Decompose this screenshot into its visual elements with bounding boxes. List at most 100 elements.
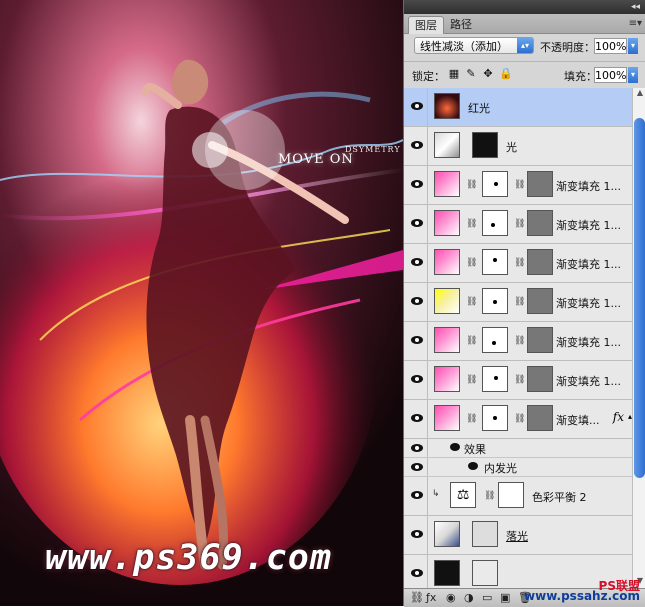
layer-row-gradient-fill[interactable]: ⛓ ⛓ 渐变填充 1... [404, 283, 632, 322]
layer-mask-thumbnail [482, 366, 508, 392]
layer-row-glow[interactable]: 落光 [404, 516, 632, 555]
add-mask-icon[interactable]: ◉ [446, 591, 456, 604]
layer-row-gradient-fill[interactable]: ⛓ ⛓ 渐变填充 1... [404, 205, 632, 244]
link-chain-icon: ⛓ [484, 491, 496, 501]
lock-all-icon[interactable]: 🔒 [499, 68, 513, 80]
link-chain-icon: ⛓ [466, 219, 478, 229]
link-chain-icon: ⛓ [514, 180, 526, 190]
layer-row-gradient-fill-fx[interactable]: ⛓ ⛓ 渐变填... fx ▴ [404, 400, 632, 439]
visibility-eye-icon[interactable] [407, 244, 428, 282]
screen-root: DSYMETRY MOVE ON www.ps369.com ◂◂ 图层 路径 … [0, 0, 645, 607]
layer-mask-thumbnail [482, 249, 508, 275]
opacity-input[interactable]: 100% [594, 38, 627, 54]
link-chain-icon: ⛓ [466, 336, 478, 346]
link-chain-icon: ⛓ [466, 375, 478, 385]
tab-paths[interactable]: 路径 [444, 16, 478, 33]
layer-row-gradient-fill[interactable]: ⛓ ⛓ 渐变填充 1... [404, 244, 632, 283]
link-layers-icon[interactable]: ⛓ [410, 591, 424, 604]
gradient-thumbnail [434, 171, 460, 197]
inner-glow-visibility-eye-icon[interactable] [468, 462, 478, 470]
link-chain-icon: ⛓ [466, 297, 478, 307]
layer-name[interactable]: 色彩平衡 2 [532, 489, 587, 505]
scroll-up-icon[interactable]: ▲ [634, 88, 645, 100]
layer-name[interactable]: 光 [506, 139, 517, 155]
layer-name[interactable]: 渐变填充 1... [556, 256, 621, 272]
panel-collapse-bar[interactable]: ◂◂ [404, 0, 645, 14]
layer-effect-thumbnail [527, 171, 553, 197]
link-chain-icon: ⛓ [514, 258, 526, 268]
layer-row-light[interactable]: 光 [404, 127, 632, 166]
gradient-thumbnail [434, 366, 460, 392]
layer-effect-thumbnail [527, 366, 553, 392]
layer-options-row: 线性减淡（添加） ▴▾ 不透明度： 100% ▾ [404, 34, 645, 60]
visibility-eye-icon[interactable] [407, 439, 428, 457]
layer-name[interactable]: 渐变填充 1... [556, 373, 621, 389]
effects-row[interactable]: 效果 [404, 439, 632, 458]
visibility-eye-icon[interactable] [407, 127, 428, 165]
adjustment-layer-icon[interactable]: ◑ [464, 591, 474, 604]
layer-name[interactable]: 落光 [506, 528, 528, 544]
layer-name[interactable]: 渐变填充 1... [556, 217, 621, 233]
layers-scrollbar[interactable]: ▲ ▼ [632, 88, 645, 588]
opacity-dropdown-icon[interactable]: ▾ [628, 38, 638, 54]
visibility-eye-icon[interactable] [407, 458, 428, 476]
fill-input[interactable]: 100% [594, 67, 627, 83]
gradient-thumbnail [434, 288, 460, 314]
layer-name[interactable]: 渐变填充 1... [556, 295, 621, 311]
visibility-eye-icon[interactable] [407, 361, 428, 399]
visibility-eye-icon[interactable] [407, 166, 428, 204]
clip-arrow-icon: ↳ [432, 489, 440, 499]
blend-mode-select[interactable]: 线性减淡（添加） ▴▾ [414, 37, 534, 54]
inner-glow-label: 内发光 [484, 462, 517, 475]
layer-effect-thumbnail [527, 249, 553, 275]
layer-name[interactable]: 渐变填充 1... [556, 178, 621, 194]
inner-glow-row[interactable]: 内发光 [404, 458, 632, 477]
gradient-thumbnail [434, 327, 460, 353]
layer-name[interactable]: 渐变填... [556, 412, 600, 428]
layer-mask-thumbnail [498, 482, 524, 508]
layers-list: 红光 光 ⛓ ⛓ 渐变填充 1... ⛓ ⛓ 渐变填充 1... ⛓ ⛓ 渐变填… [404, 88, 632, 588]
layer-row-gradient-fill[interactable]: ⛓ ⛓ 渐变填充 1... [404, 322, 632, 361]
visibility-eye-icon[interactable] [407, 283, 428, 321]
link-chain-icon: ⛓ [466, 180, 478, 190]
layer-name[interactable]: 渐变填充 1... [556, 334, 621, 350]
visibility-eye-icon[interactable] [407, 477, 428, 515]
layer-mask-thumbnail [472, 521, 498, 547]
layer-row-gradient-fill[interactable]: ⛓ ⛓ 渐变填充 1... [404, 361, 632, 400]
visibility-eye-icon[interactable] [407, 322, 428, 360]
layer-row-gradient-fill[interactable]: ⛓ ⛓ 渐变填充 1... [404, 166, 632, 205]
link-chain-icon: ⛓ [514, 414, 526, 424]
artwork-title: MOVE ON [278, 152, 354, 167]
effects-fx-icon[interactable]: fx [613, 410, 624, 424]
lock-position-icon[interactable]: ✥ [482, 68, 494, 80]
layer-row-color-balance[interactable]: ↳ ⚖ ⛓ 色彩平衡 2 [404, 477, 632, 516]
new-group-icon[interactable]: ▭ [482, 591, 492, 604]
visibility-eye-icon[interactable] [407, 555, 428, 588]
layer-mask-thumbnail [482, 288, 508, 314]
visibility-eye-icon[interactable] [407, 88, 428, 126]
add-style-icon[interactable]: ƒx [426, 591, 436, 604]
effects-visibility-eye-icon[interactable] [450, 443, 460, 451]
layer-thumbnail [434, 132, 460, 158]
visibility-eye-icon[interactable] [407, 400, 428, 438]
fill-dropdown-icon[interactable]: ▾ [628, 67, 638, 83]
panel-menu-icon[interactable]: ≡▾ [629, 14, 642, 33]
scroll-thumb[interactable] [634, 118, 645, 478]
collapse-arrows-icon[interactable]: ◂◂ [631, 0, 640, 14]
visibility-eye-icon[interactable] [407, 516, 428, 554]
layer-name[interactable]: 红光 [468, 100, 490, 116]
lock-row: 锁定： ▦ ✎ ✥ 🔒 填充： 100% ▾ [404, 61, 645, 89]
link-chain-icon: ⛓ [514, 297, 526, 307]
layer-row-red-light[interactable]: 红光 [404, 88, 632, 127]
tab-layers[interactable]: 图层 [408, 16, 444, 34]
layer-mask-thumbnail [482, 405, 508, 431]
link-chain-icon: ⛓ [514, 336, 526, 346]
lock-transparent-pixels-icon[interactable]: ▦ [448, 68, 460, 80]
new-layer-icon[interactable]: ▣ [500, 591, 510, 604]
color-balance-icon: ⚖ [450, 482, 476, 508]
lock-image-pixels-icon[interactable]: ✎ [465, 68, 477, 80]
layer-thumbnail [434, 93, 460, 119]
visibility-eye-icon[interactable] [407, 205, 428, 243]
panel-bottom-toolbar: ⛓ ƒx ◉ ◑ ▭ ▣ 🗑 PS联盟 www.pssahz.com [404, 579, 645, 607]
layer-mask-thumbnail [482, 171, 508, 197]
